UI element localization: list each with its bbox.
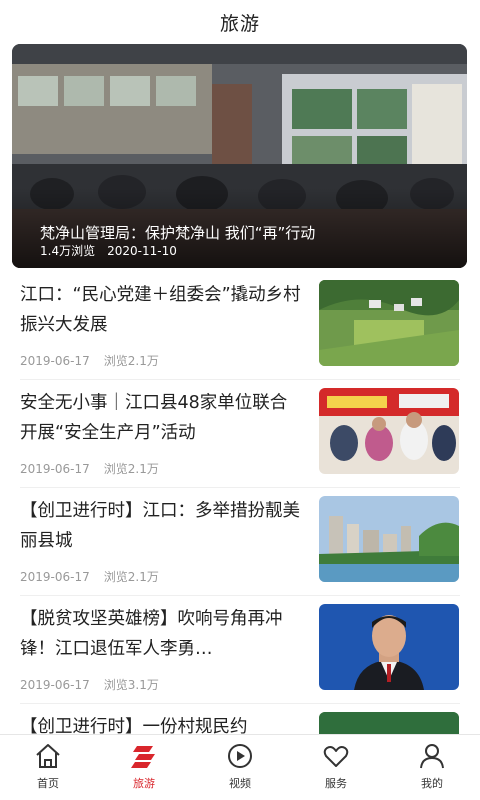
home-icon xyxy=(36,744,60,768)
news-date: 2019-06-17 xyxy=(20,354,90,368)
news-meta: 2019-06-17 浏览2.1万 xyxy=(20,460,159,477)
divider xyxy=(20,703,460,704)
news-item[interactable]: 【脱贫攻坚英雄榜】吹响号角再冲锋！江口退伍军人李勇… 2019-06-17 浏览3… xyxy=(0,604,480,712)
news-title: 江口：“民心党建＋组委会”撬动乡村振兴大发展 xyxy=(20,285,301,335)
news-views: 浏览2.1万 xyxy=(103,570,159,584)
news-title: 安全无小事｜江口县48家单位联合开展“安全生产月”活动 xyxy=(20,393,288,443)
news-views: 浏览2.1万 xyxy=(103,354,159,368)
play-icon xyxy=(228,744,252,768)
hero-views: 1.4万浏览 xyxy=(40,244,96,258)
news-meta: 2019-06-17 浏览3.1万 xyxy=(20,676,159,693)
divider xyxy=(20,487,460,488)
user-icon xyxy=(420,744,444,769)
divider xyxy=(20,379,460,380)
news-views: 浏览2.1万 xyxy=(103,462,159,476)
bottom-tab-bar: 首页 旅游 视频 服务 我的 xyxy=(0,734,480,800)
news-thumbnail xyxy=(319,388,459,474)
hero-meta: 1.4万浏览 2020-11-10 xyxy=(40,242,177,259)
news-date: 2019-06-17 xyxy=(20,570,90,584)
tab-service[interactable]: 服务 xyxy=(288,735,384,800)
news-meta: 2019-06-17 浏览2.1万 xyxy=(20,352,159,369)
travel-icon xyxy=(131,746,155,768)
news-date: 2019-06-17 xyxy=(20,462,90,476)
tab-label: 视频 xyxy=(229,777,251,790)
tab-label: 我的 xyxy=(421,777,443,790)
tab-home[interactable]: 首页 xyxy=(0,735,96,800)
tab-video[interactable]: 视频 xyxy=(192,735,288,800)
news-date: 2019-06-17 xyxy=(20,678,90,692)
news-item[interactable]: 江口：“民心党建＋组委会”撬动乡村振兴大发展 2019-06-17 浏览2.1万 xyxy=(0,280,480,388)
tab-label: 首页 xyxy=(37,777,59,790)
hero-title: 梵净山管理局：保护梵净山 我们“再”行动 xyxy=(40,224,316,242)
news-title: 【脱贫攻坚英雄榜】吹响号角再冲锋！江口退伍军人李勇… xyxy=(20,609,283,659)
tab-travel[interactable]: 旅游 xyxy=(96,735,192,800)
heart-icon xyxy=(323,746,349,767)
title-bar: 旅游 xyxy=(0,0,480,44)
hero-date: 2020-11-10 xyxy=(107,244,177,258)
news-thumbnail xyxy=(319,604,459,690)
news-views: 浏览3.1万 xyxy=(103,678,159,692)
news-thumbnail xyxy=(319,496,459,582)
news-item[interactable]: 安全无小事｜江口县48家单位联合开展“安全生产月”活动 2019-06-17 浏览… xyxy=(0,388,480,496)
tab-mine[interactable]: 我的 xyxy=(384,735,480,800)
tab-label: 旅游 xyxy=(133,777,155,790)
news-thumbnail xyxy=(319,280,459,366)
tab-label: 服务 xyxy=(325,777,347,790)
hero-banner[interactable]: 梵净山管理局：保护梵净山 我们“再”行动 1.4万浏览 2020-11-10 xyxy=(12,44,467,268)
news-meta: 2019-06-17 浏览2.1万 xyxy=(20,568,159,585)
news-title: 【创卫进行时】江口：多举措扮靓美丽县城 xyxy=(20,501,300,551)
divider xyxy=(20,595,460,596)
news-item[interactable]: 【创卫进行时】江口：多举措扮靓美丽县城 2019-06-17 浏览2.1万 xyxy=(0,496,480,604)
page-title: 旅游 xyxy=(219,12,260,35)
